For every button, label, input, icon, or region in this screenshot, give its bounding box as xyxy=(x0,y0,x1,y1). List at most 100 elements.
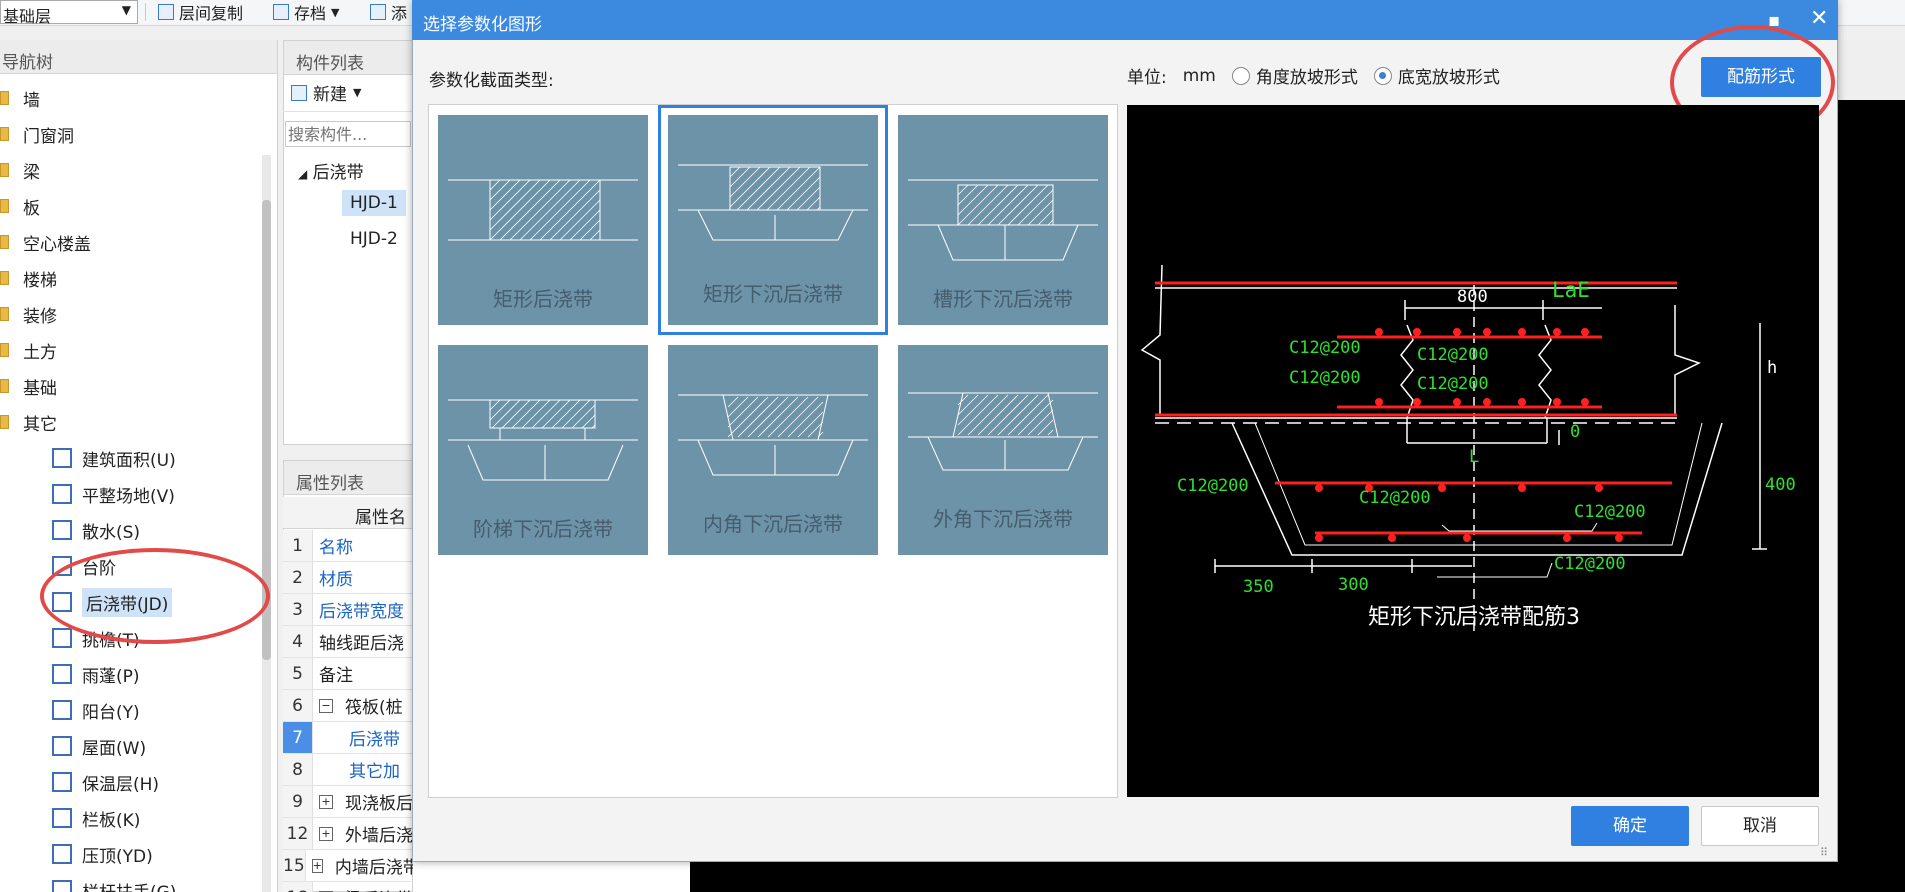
property-row[interactable]: 9 + 现浇板后 xyxy=(283,786,413,818)
component-toolbar: 新建 ▼ xyxy=(283,74,413,112)
nav-item[interactable]: 保温层(H) xyxy=(52,764,159,800)
property-row-number: 1 xyxy=(283,530,313,561)
property-row[interactable]: 15 + 内墙后浇带 xyxy=(283,850,413,882)
property-row[interactable]: 12 + 外墙后浇 xyxy=(283,818,413,850)
collapse-icon[interactable]: − xyxy=(319,698,333,713)
property-name-header: 属性名 xyxy=(355,508,406,528)
property-name: 外墙后浇 xyxy=(345,826,413,846)
property-row[interactable]: 2 材质 xyxy=(283,562,413,594)
property-name: 备注 xyxy=(319,666,353,686)
close-icon[interactable]: ✕ xyxy=(1810,6,1828,31)
nav-tree-title: 导航树 xyxy=(0,40,277,74)
property-row[interactable]: 5 备注 xyxy=(283,658,413,690)
dim-h: h xyxy=(1767,358,1777,378)
nav-item-label: 压顶(YD) xyxy=(82,846,153,867)
nav-item[interactable]: 栏杆扶手(G) xyxy=(52,872,176,892)
component-icon xyxy=(52,628,72,648)
rebar-diagram: 800 LaE C12@200 C12@200 C12@200 C12@200 … xyxy=(1140,264,1796,635)
nav-folder[interactable]: 装修 xyxy=(0,296,57,332)
component-icon xyxy=(52,448,72,468)
component-item-hjd-1[interactable]: HJD-1 xyxy=(342,190,406,216)
property-name: 后浇带 xyxy=(349,730,400,750)
nav-folder[interactable]: 基础 xyxy=(0,368,57,404)
rebar-label-left: C12@200 xyxy=(1177,476,1249,496)
nav-item-label: 散水(S) xyxy=(82,522,141,543)
property-row[interactable]: 7 后浇带 xyxy=(283,722,413,754)
property-row-number: 8 xyxy=(283,754,313,785)
dim-L: L xyxy=(1469,447,1479,467)
nav-item[interactable]: 建筑面积(U) xyxy=(52,440,176,476)
nav-item[interactable]: 散水(S) xyxy=(52,512,140,548)
shape-tile[interactable]: 外角下沉后浇带 xyxy=(898,345,1108,555)
nav-folder[interactable]: 其它 xyxy=(0,404,57,440)
chevron-down-icon[interactable]: ▼ xyxy=(353,86,361,99)
ok-button[interactable]: 确定 xyxy=(1571,806,1689,846)
floor-select[interactable]: 基础层 ▼ xyxy=(0,0,138,26)
shape-tile-label: 矩形下沉后浇带 xyxy=(703,282,843,306)
folder-icon xyxy=(0,163,9,177)
shape-tile[interactable]: 内角下沉后浇带 xyxy=(668,345,878,555)
property-row-number: 2 xyxy=(283,562,313,593)
nav-item[interactable]: 平整场地(V) xyxy=(52,476,175,512)
nav-folder-label: 板 xyxy=(23,198,40,219)
nav-folder[interactable]: 门窗洞 xyxy=(0,116,74,152)
new-button[interactable]: 新建 xyxy=(313,80,347,105)
nav-folder[interactable]: 梁 xyxy=(0,152,40,188)
property-name: 现浇板后 xyxy=(345,794,413,814)
component-group[interactable]: ◢ 后浇带 xyxy=(298,158,364,183)
component-icon xyxy=(52,772,72,792)
resize-grip-icon[interactable]: ⠿ xyxy=(1820,846,1828,859)
nav-item[interactable]: 栏板(K) xyxy=(52,800,140,836)
nav-folder[interactable]: 楼梯 xyxy=(0,260,57,296)
radio-angle-slope[interactable] xyxy=(1231,66,1250,85)
radio-width-slope-label[interactable]: 底宽放坡形式 xyxy=(1398,63,1500,88)
property-row-number: 6 xyxy=(283,690,313,721)
rebar-label-top4: C12@200 xyxy=(1417,374,1489,394)
property-row[interactable]: 18+梁后浇带 xyxy=(283,882,413,892)
component-icon xyxy=(52,880,72,892)
shape-tile[interactable]: 槽形下沉后浇带 xyxy=(898,115,1108,325)
radio-angle-slope-label[interactable]: 角度放坡形式 xyxy=(1256,63,1358,88)
nav-item[interactable]: 雨蓬(P) xyxy=(52,656,140,692)
save-button[interactable]: 存档 ▼ xyxy=(273,0,339,24)
section-type-label: 参数化截面类型: xyxy=(429,71,554,91)
unit-row: 单位: mm 角度放坡形式 底宽放坡形式 xyxy=(1127,63,1500,89)
nav-folder-label: 装修 xyxy=(23,306,57,327)
property-row[interactable]: 6− 筏板(桩 xyxy=(283,690,413,722)
add-label: 添 xyxy=(391,4,408,23)
nav-folder[interactable]: 土方 xyxy=(0,332,57,368)
nav-folder[interactable]: 板 xyxy=(0,188,40,224)
nav-item-label: 栏板(K) xyxy=(82,810,141,831)
drawing-canvas-right[interactable] xyxy=(1838,40,1905,840)
preview-caption: 矩形下沉后浇带配筋3 xyxy=(1368,605,1580,630)
nav-folder[interactable]: 空心楼盖 xyxy=(0,224,91,260)
nav-folder-label: 土方 xyxy=(23,342,57,363)
property-name: 轴线距后浇 xyxy=(319,634,404,654)
property-row[interactable]: 3 后浇带宽度 xyxy=(283,594,413,626)
component-search-input[interactable] xyxy=(285,121,411,147)
component-icon xyxy=(52,844,72,864)
nav-item[interactable]: 压顶(YD) xyxy=(52,836,153,872)
cancel-button[interactable]: 取消 xyxy=(1701,806,1819,846)
nav-item[interactable]: 阳台(Y) xyxy=(52,692,140,728)
property-row[interactable]: 4 轴线距后浇 xyxy=(283,626,413,658)
nav-folder[interactable]: 墙 xyxy=(0,80,40,116)
nav-folder-label: 墙 xyxy=(23,90,40,111)
add-button[interactable]: 添 xyxy=(370,0,407,24)
component-item-hjd-2[interactable]: HJD-2 xyxy=(350,229,398,249)
copy-floor-button[interactable]: 层间复制 xyxy=(158,0,243,24)
property-row[interactable]: 1 名称 xyxy=(283,530,413,562)
component-icon xyxy=(52,700,72,720)
copy-icon xyxy=(158,4,174,20)
property-row[interactable]: 8 其它加 xyxy=(283,754,413,786)
expand-triangle-icon: ◢ xyxy=(298,167,308,181)
radio-width-slope[interactable] xyxy=(1373,66,1392,85)
shape-tile[interactable]: 矩形下沉后浇带 xyxy=(658,105,888,335)
shape-tile[interactable]: 阶梯下沉后浇带 xyxy=(438,345,648,555)
expand-icon[interactable]: + xyxy=(319,826,333,841)
rebar-label-mid: C12@200 xyxy=(1359,488,1431,508)
expand-icon[interactable]: + xyxy=(311,858,323,873)
nav-item[interactable]: 屋面(W) xyxy=(52,728,146,764)
shape-tile[interactable]: 矩形后浇带 xyxy=(438,115,648,325)
expand-icon[interactable]: + xyxy=(319,794,333,809)
